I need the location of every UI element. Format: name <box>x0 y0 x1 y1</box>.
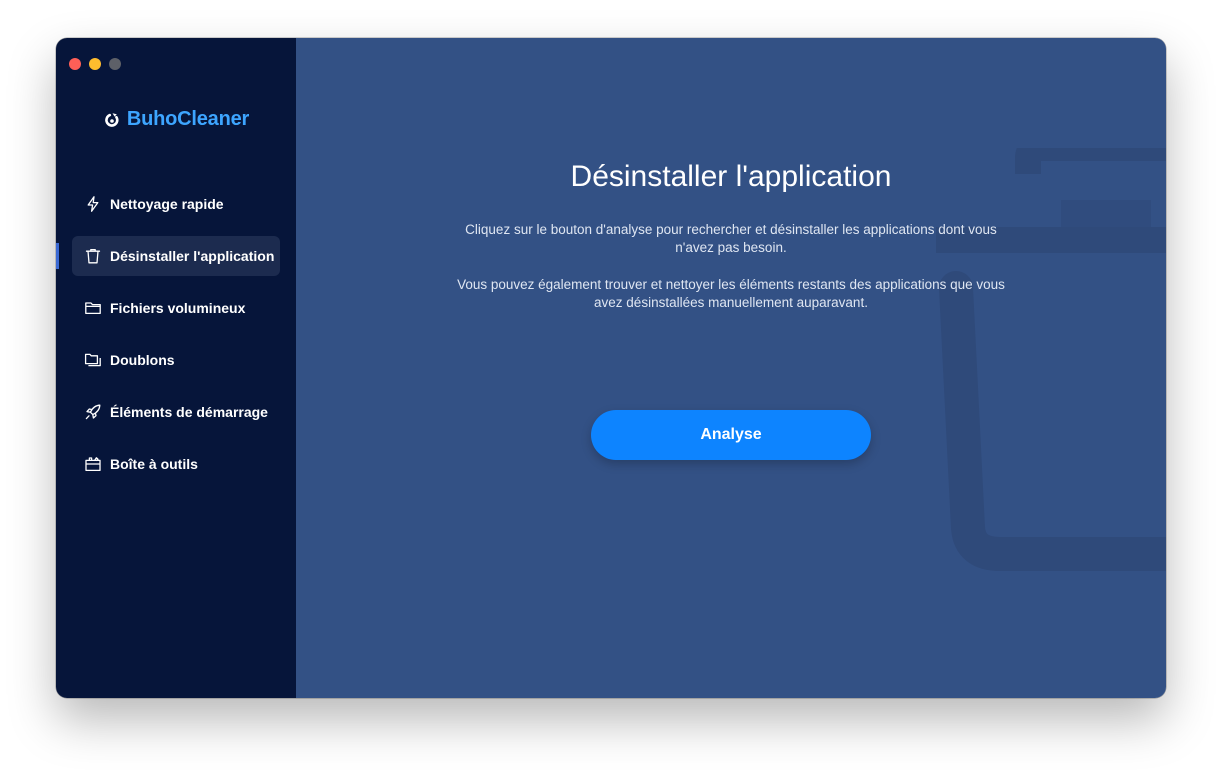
sidebar-item-label: Nettoyage rapide <box>110 196 224 212</box>
brand: BuhoCleaner <box>56 108 296 131</box>
page-title: Désinstaller l'application <box>570 160 892 193</box>
sidebar-item-label: Éléments de démarrage <box>110 404 268 420</box>
sidebar-item-desinstaller[interactable]: Désinstaller l'application <box>56 236 280 276</box>
window-controls <box>69 58 121 70</box>
sidebar-nav: Nettoyage rapide Désinstaller l'applicat… <box>56 184 280 496</box>
sidebar-item-nettoyage-rapide[interactable]: Nettoyage rapide <box>72 184 280 224</box>
duplicate-folder-icon <box>84 351 102 369</box>
zoom-window-button[interactable] <box>109 58 121 70</box>
brand-name: BuhoCleaner <box>126 108 250 130</box>
description-primary: Cliquez sur le bouton d'analyse pour rec… <box>465 222 997 255</box>
analyse-button[interactable]: Analyse <box>591 410 871 460</box>
sidebar-item-boite-outils[interactable]: Boîte à outils <box>72 444 280 484</box>
app-window: BuhoCleaner Nettoyage rapide Désinstalle… <box>56 38 1166 698</box>
rocket-icon <box>84 403 102 421</box>
description-secondary: Vous pouvez également trouver et nettoye… <box>457 277 1005 310</box>
minimize-window-button[interactable] <box>89 58 101 70</box>
trash-icon <box>84 247 102 265</box>
sidebar-item-label: Désinstaller l'application <box>110 248 275 264</box>
toolbox-icon <box>84 455 102 473</box>
sidebar-item-fichiers-volumineux[interactable]: Fichiers volumineux <box>72 288 280 328</box>
sidebar-item-label: Fichiers volumineux <box>110 300 246 316</box>
folder-icon <box>84 299 102 317</box>
sidebar-item-label: Boîte à outils <box>110 456 198 472</box>
sidebar-item-doublons[interactable]: Doublons <box>72 340 280 380</box>
sidebar: BuhoCleaner Nettoyage rapide Désinstalle… <box>56 38 296 698</box>
sidebar-item-elements-demarrage[interactable]: Éléments de démarrage <box>72 392 280 432</box>
trash-watermark-icon <box>936 148 1166 571</box>
sidebar-item-label: Doublons <box>110 352 175 368</box>
lightning-icon <box>84 195 102 213</box>
main-panel: Désinstaller l'application Cliquez sur l… <box>296 38 1166 698</box>
close-window-button[interactable] <box>69 58 81 70</box>
buho-logo-icon <box>103 111 121 129</box>
